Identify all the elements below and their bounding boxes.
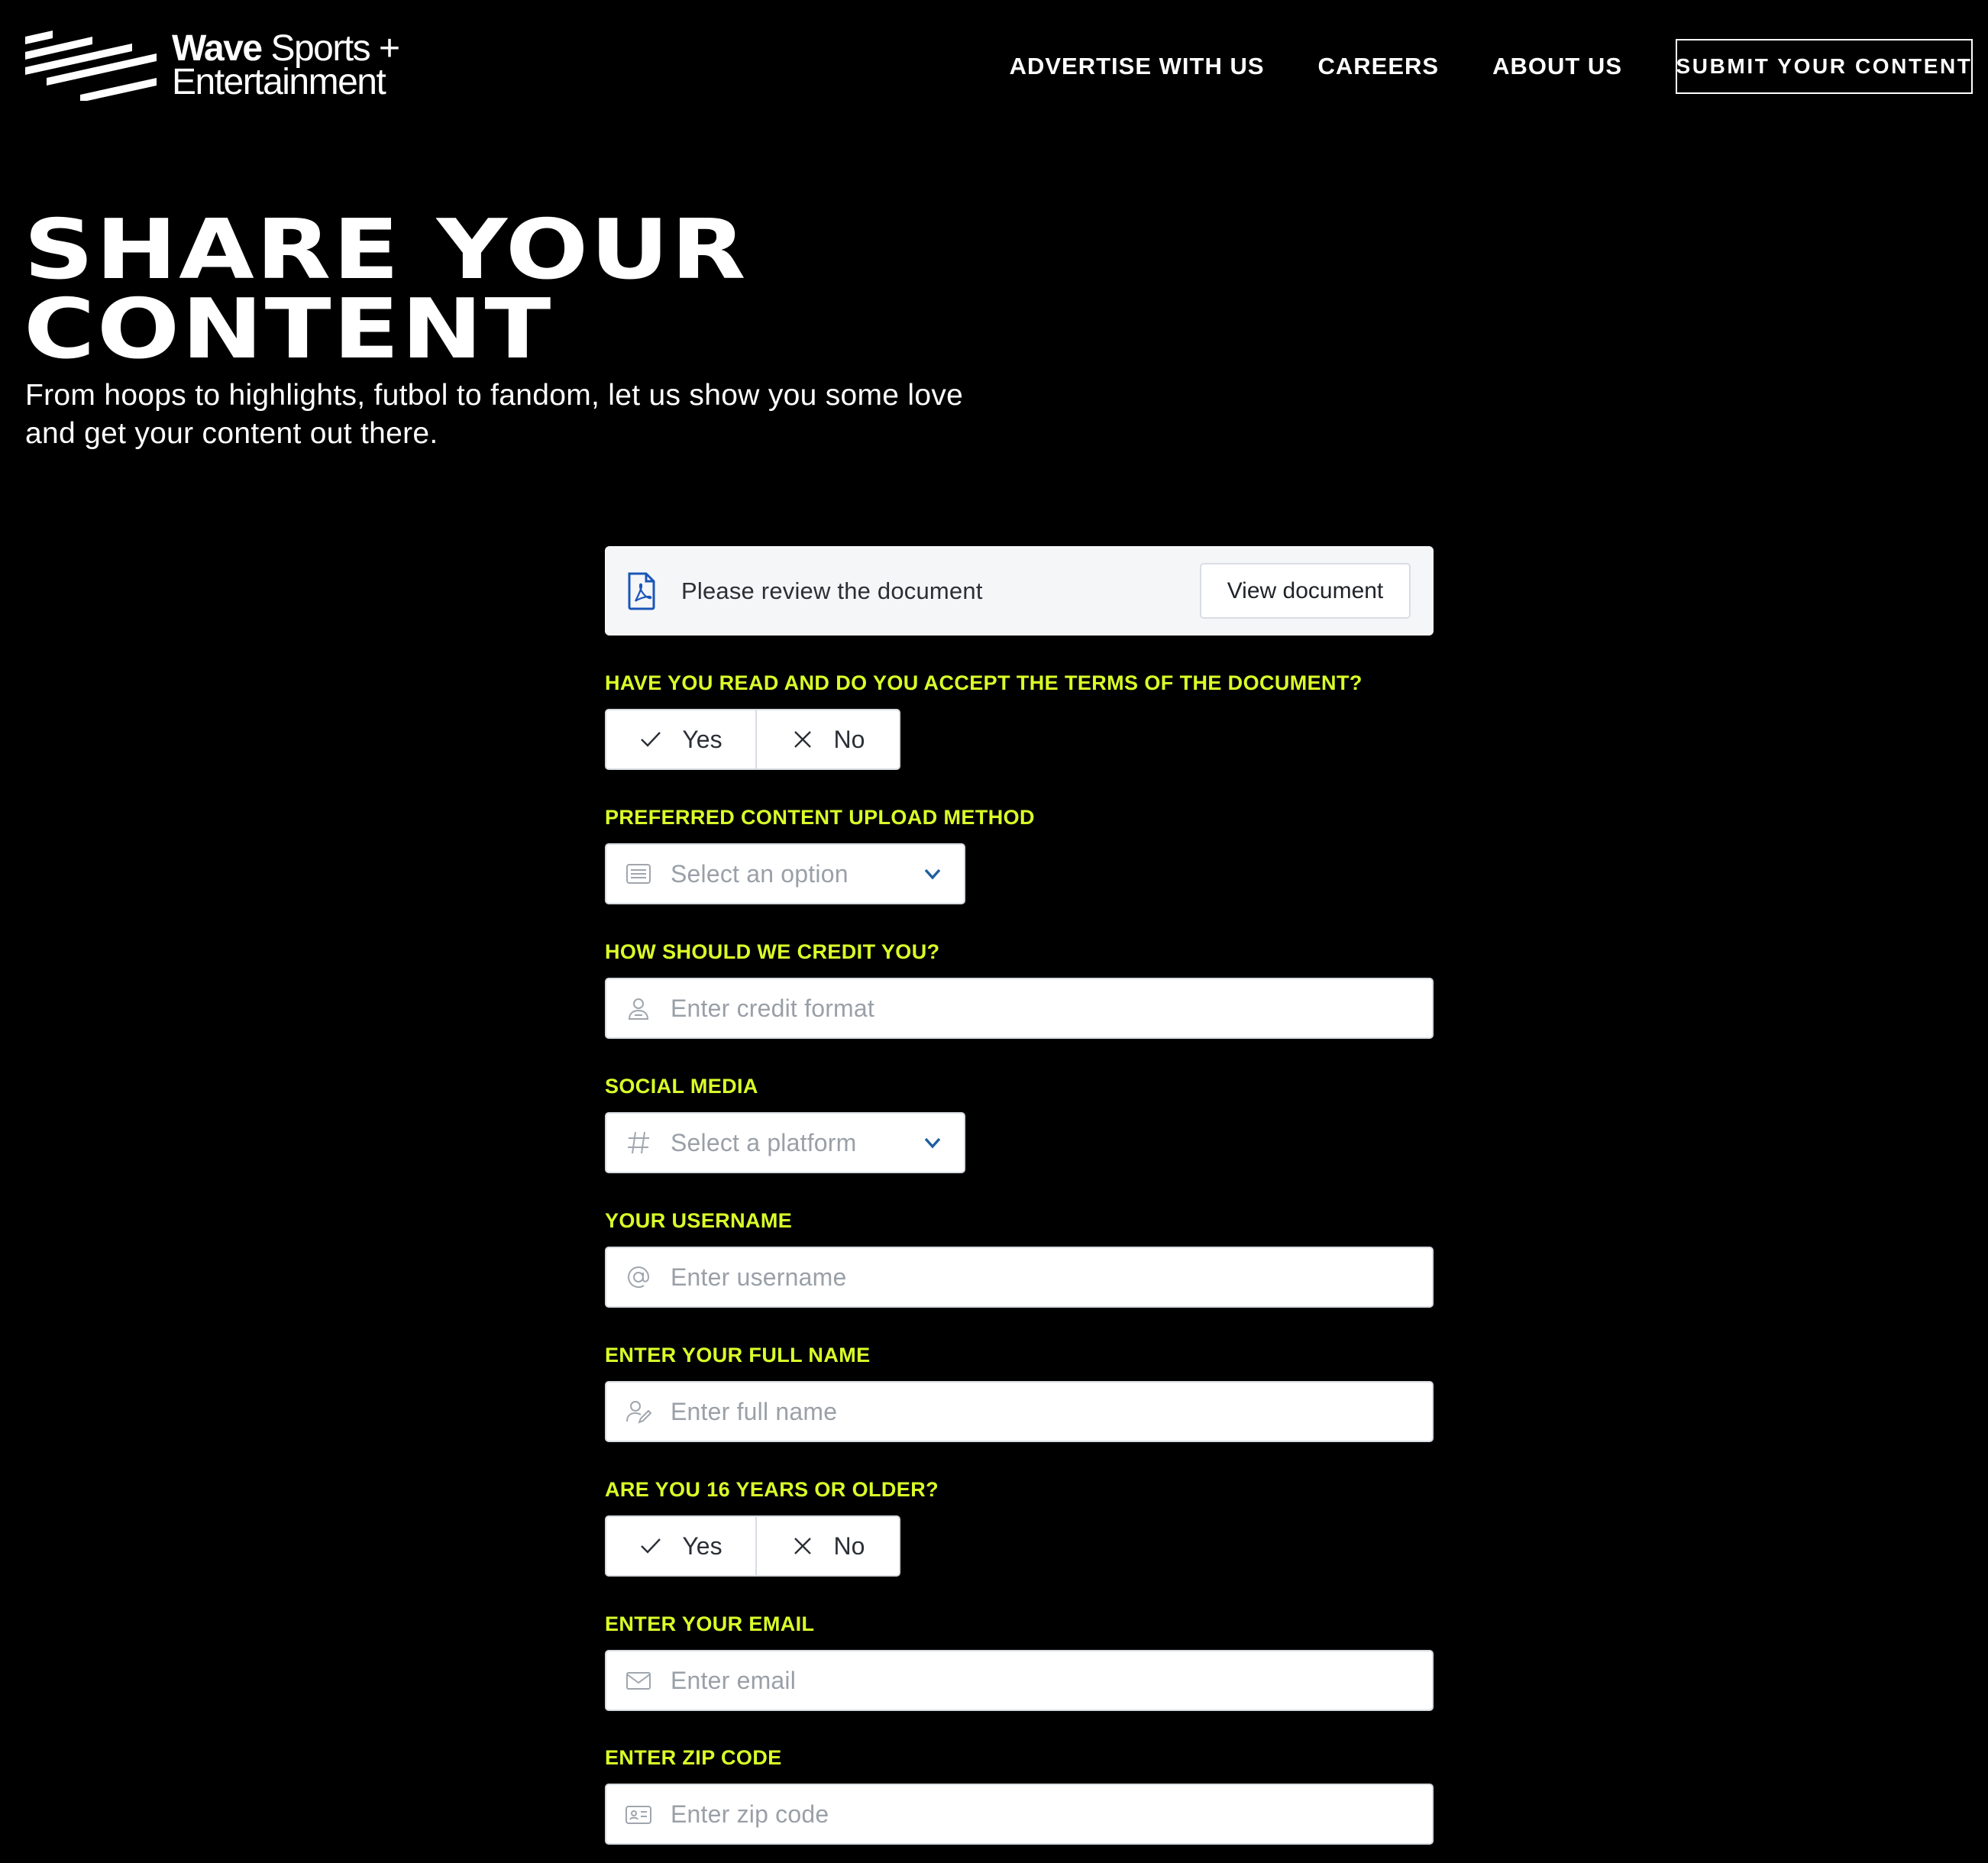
chevron-down-icon	[924, 1137, 941, 1149]
username-label: YOUR USERNAME	[605, 1209, 793, 1232]
age-toggle: Yes No	[605, 1515, 900, 1577]
user-badge-icon	[628, 998, 649, 1020]
upload-method-select[interactable]: Select an option	[605, 843, 965, 904]
hashtag-icon	[628, 1131, 649, 1154]
zip-input[interactable]: Enter zip code	[605, 1784, 1434, 1845]
age-no-button[interactable]: No	[757, 1517, 899, 1575]
at-sign-icon	[628, 1266, 650, 1288]
nav-careers-link[interactable]: CAREERS	[1318, 53, 1440, 80]
email-input[interactable]: Enter email	[605, 1650, 1434, 1711]
social-platform-select[interactable]: Select a platform	[605, 1112, 965, 1173]
full-name-input[interactable]: Enter full name	[605, 1381, 1434, 1442]
document-prompt: Please review the document	[681, 577, 983, 604]
close-icon	[794, 1538, 811, 1554]
pdf-document-icon	[628, 572, 655, 610]
upload-method-label: PREFERRED CONTENT UPLOAD METHOD	[605, 806, 1035, 829]
email-label: ENTER YOUR EMAIL	[605, 1612, 815, 1635]
brand-logo[interactable]: Wave Sports + Entertainment	[25, 31, 400, 101]
user-edit-icon	[626, 1401, 652, 1424]
zip-label: ENTER ZIP CODE	[605, 1746, 782, 1769]
terms-yes-button[interactable]: Yes	[606, 710, 757, 768]
chevron-down-icon	[924, 868, 941, 880]
check-icon	[641, 1538, 661, 1554]
credit-input[interactable]: Enter credit format	[605, 978, 1434, 1039]
nav-advertise-link[interactable]: ADVERTISE WITH US	[1010, 53, 1265, 80]
logo-wordmark: Wave Sports + Entertainment	[172, 28, 400, 102]
check-icon	[641, 732, 661, 747]
main-nav: ADVERTISE WITH US CAREERS ABOUT US SUBMI…	[1010, 39, 1988, 94]
nav-about-link[interactable]: ABOUT US	[1492, 53, 1622, 80]
username-input[interactable]: Enter username	[605, 1247, 1434, 1308]
view-document-button[interactable]: View document	[1200, 563, 1411, 619]
age-label: ARE YOU 16 YEARS OR OLDER?	[605, 1478, 939, 1501]
envelope-icon	[626, 1672, 651, 1690]
terms-no-button[interactable]: No	[757, 710, 899, 768]
document-review-box: Please review the document View document	[605, 546, 1434, 636]
credit-label: HOW SHOULD WE CREDIT YOU?	[605, 940, 940, 963]
terms-label: HAVE YOU READ AND DO YOU ACCEPT THE TERM…	[605, 671, 1363, 694]
wave-logo-icon	[25, 31, 157, 101]
address-card-icon	[625, 1806, 651, 1824]
social-media-label: SOCIAL MEDIA	[605, 1075, 758, 1098]
page-title: SHARE YOUR CONTENT	[24, 202, 748, 377]
age-yes-button[interactable]: Yes	[606, 1517, 757, 1575]
page-subtitle: From hoops to highlights, futbol to fand…	[25, 379, 964, 450]
list-box-icon	[626, 864, 651, 884]
close-icon	[794, 731, 811, 748]
submit-content-button[interactable]: SUBMIT YOUR CONTENT	[1676, 39, 1973, 94]
terms-toggle: Yes No	[605, 709, 900, 770]
full-name-label: ENTER YOUR FULL NAME	[605, 1344, 871, 1367]
